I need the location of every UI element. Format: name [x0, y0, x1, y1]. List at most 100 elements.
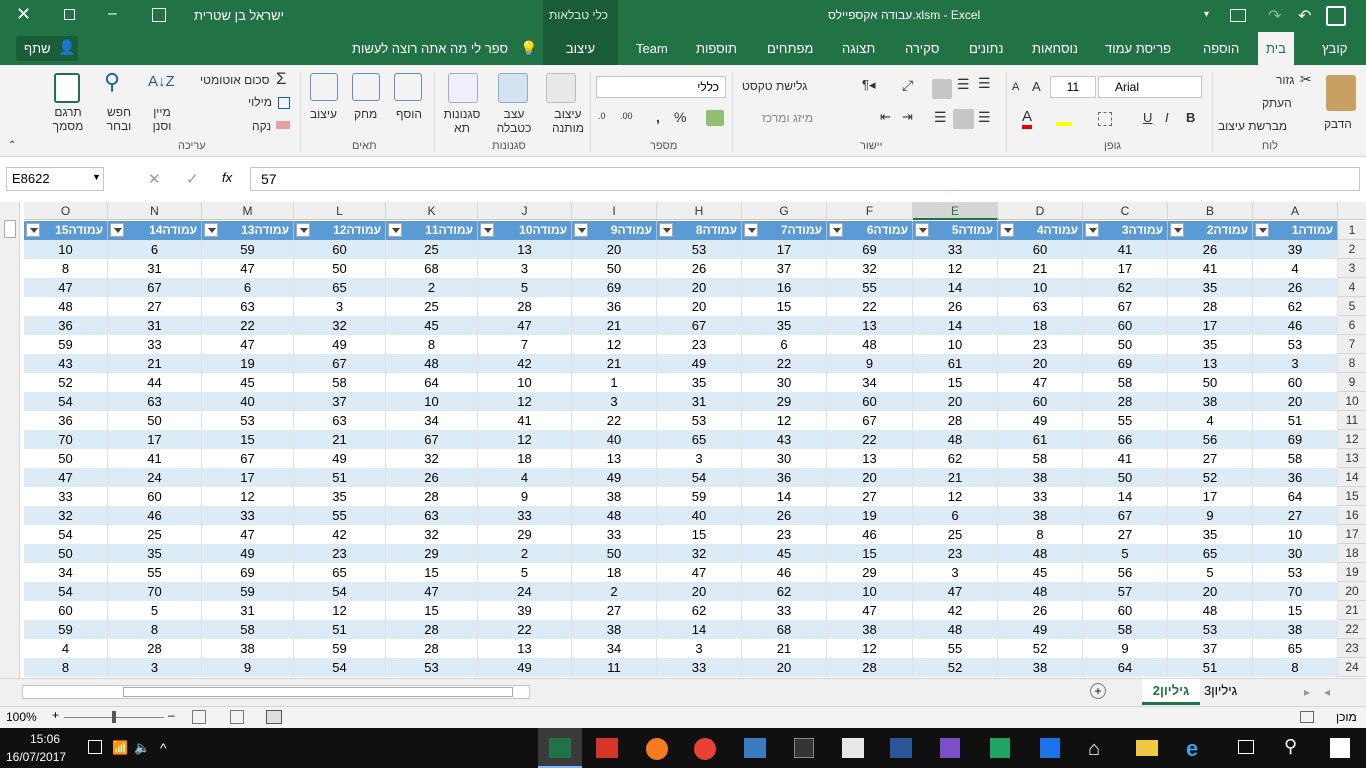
- table-cell[interactable]: 43: [24, 354, 108, 373]
- table-cell[interactable]: 69: [1253, 430, 1338, 449]
- table-cell[interactable]: 63: [998, 297, 1083, 316]
- font-name-box[interactable]: Arial: [1098, 76, 1202, 98]
- table-cell[interactable]: 47: [202, 259, 294, 278]
- tab-home[interactable]: בית: [1258, 32, 1294, 65]
- collapse-ribbon-icon[interactable]: ⌃: [8, 140, 16, 151]
- column-header[interactable]: L: [294, 202, 386, 220]
- table-cell[interactable]: 22: [202, 316, 294, 335]
- table-cell[interactable]: 31: [108, 316, 202, 335]
- table-header-cell[interactable]: עמודה7: [742, 221, 827, 240]
- table-cell[interactable]: 34: [386, 411, 478, 430]
- table-cell[interactable]: 58: [998, 449, 1083, 468]
- font-size-box[interactable]: 11: [1050, 76, 1096, 98]
- table-cell[interactable]: 23: [294, 544, 386, 563]
- filter-dropdown-icon[interactable]: [1085, 223, 1099, 237]
- table-cell[interactable]: 40: [202, 392, 294, 411]
- column-header[interactable]: G: [742, 202, 827, 220]
- table-cell[interactable]: 4: [1168, 411, 1253, 430]
- row-header[interactable]: 23: [1338, 639, 1366, 658]
- table-cell[interactable]: 10: [998, 278, 1083, 297]
- table-header-cell[interactable]: עמודה1: [1253, 221, 1338, 240]
- table-cell[interactable]: 67: [294, 354, 386, 373]
- translate-document-button[interactable]: תרגם מסמך: [48, 105, 88, 133]
- table-cell[interactable]: 67: [1083, 506, 1168, 525]
- table-cell[interactable]: 58: [1083, 373, 1168, 392]
- tab-developer[interactable]: מפתחים: [759, 32, 821, 65]
- table-cell[interactable]: 15: [827, 544, 913, 563]
- table-header-cell[interactable]: עמודה6: [827, 221, 913, 240]
- table-cell[interactable]: 27: [1253, 506, 1338, 525]
- table-cell[interactable]: 22: [827, 297, 913, 316]
- table-cell[interactable]: 25: [913, 525, 998, 544]
- table-cell[interactable]: 9: [202, 658, 294, 677]
- table-cell[interactable]: 10: [24, 240, 108, 259]
- table-cell[interactable]: 5: [1083, 544, 1168, 563]
- table-cell[interactable]: 37: [742, 259, 827, 278]
- table-cell[interactable]: 54: [294, 582, 386, 601]
- table-cell[interactable]: 27: [827, 487, 913, 506]
- table-cell[interactable]: 65: [1168, 544, 1253, 563]
- conditional-formatting-button[interactable]: עיצוב מותנה: [548, 107, 588, 135]
- table-cell[interactable]: 47: [998, 373, 1083, 392]
- tab-view[interactable]: תצוגה: [834, 32, 883, 65]
- table-cell[interactable]: 52: [998, 639, 1083, 658]
- table-cell[interactable]: 22: [742, 354, 827, 373]
- table-cell[interactable]: 48: [998, 544, 1083, 563]
- table-cell[interactable]: 60: [1083, 601, 1168, 620]
- table-cell[interactable]: 48: [386, 354, 478, 373]
- table-cell[interactable]: 50: [24, 449, 108, 468]
- table-cell[interactable]: 38: [202, 639, 294, 658]
- table-header-cell[interactable]: עמודה12: [294, 221, 386, 240]
- format-button[interactable]: עיצוב: [310, 107, 337, 121]
- table-header-cell[interactable]: עמודה15: [24, 221, 108, 240]
- table-cell[interactable]: 69: [572, 278, 657, 297]
- table-cell[interactable]: 63: [108, 392, 202, 411]
- table-cell[interactable]: 18: [572, 563, 657, 582]
- align-bottom-icon[interactable]: [932, 79, 952, 99]
- table-cell[interactable]: 59: [24, 335, 108, 354]
- table-cell[interactable]: 6: [108, 240, 202, 259]
- table-cell[interactable]: 35: [657, 373, 742, 392]
- word-icon[interactable]: [890, 738, 912, 758]
- table-cell[interactable]: 33: [478, 506, 572, 525]
- table-cell[interactable]: 33: [657, 658, 742, 677]
- table-cell[interactable]: 15: [657, 525, 742, 544]
- table-cell[interactable]: 64: [1253, 487, 1338, 506]
- row-header[interactable]: 9: [1338, 373, 1366, 392]
- table-cell[interactable]: 24: [108, 468, 202, 487]
- table-cell[interactable]: 17: [108, 430, 202, 449]
- table-cell[interactable]: 46: [742, 563, 827, 582]
- table-cell[interactable]: 65: [294, 278, 386, 297]
- app3-icon[interactable]: [596, 738, 618, 758]
- decrease-indent-icon[interactable]: ⇤: [880, 109, 891, 125]
- table-cell[interactable]: 42: [294, 525, 386, 544]
- table-cell[interactable]: 36: [572, 297, 657, 316]
- table-cell[interactable]: 14: [913, 316, 998, 335]
- table-cell[interactable]: 29: [478, 525, 572, 544]
- table-cell[interactable]: 17: [1168, 316, 1253, 335]
- table-cell[interactable]: 60: [1253, 373, 1338, 392]
- table-cell[interactable]: 62: [1253, 297, 1338, 316]
- table-cell[interactable]: 20: [1253, 392, 1338, 411]
- insert-button[interactable]: הוסף: [396, 107, 422, 121]
- filter-dropdown-icon[interactable]: [744, 223, 758, 237]
- row-header[interactable]: 6: [1338, 316, 1366, 335]
- table-cell[interactable]: 18: [478, 449, 572, 468]
- row-header[interactable]: 15: [1338, 487, 1366, 506]
- table-cell[interactable]: 35: [294, 487, 386, 506]
- select-all-corner[interactable]: [1338, 202, 1366, 220]
- row-header[interactable]: 8: [1338, 354, 1366, 373]
- table-cell[interactable]: 13: [827, 449, 913, 468]
- table-cell[interactable]: 44: [108, 373, 202, 392]
- sort-filter-button[interactable]: מיין וסנן: [148, 105, 176, 133]
- table-cell[interactable]: 3: [1253, 354, 1338, 373]
- table-cell[interactable]: 48: [572, 506, 657, 525]
- table-cell[interactable]: 35: [742, 316, 827, 335]
- table-cell[interactable]: 60: [827, 392, 913, 411]
- table-cell[interactable]: 63: [386, 506, 478, 525]
- close-icon[interactable]: ✕: [16, 4, 31, 25]
- table-cell[interactable]: 38: [827, 620, 913, 639]
- table-cell[interactable]: 3: [294, 297, 386, 316]
- table-header-cell[interactable]: עמודה9: [572, 221, 657, 240]
- tab-design[interactable]: עיצוב: [543, 32, 618, 65]
